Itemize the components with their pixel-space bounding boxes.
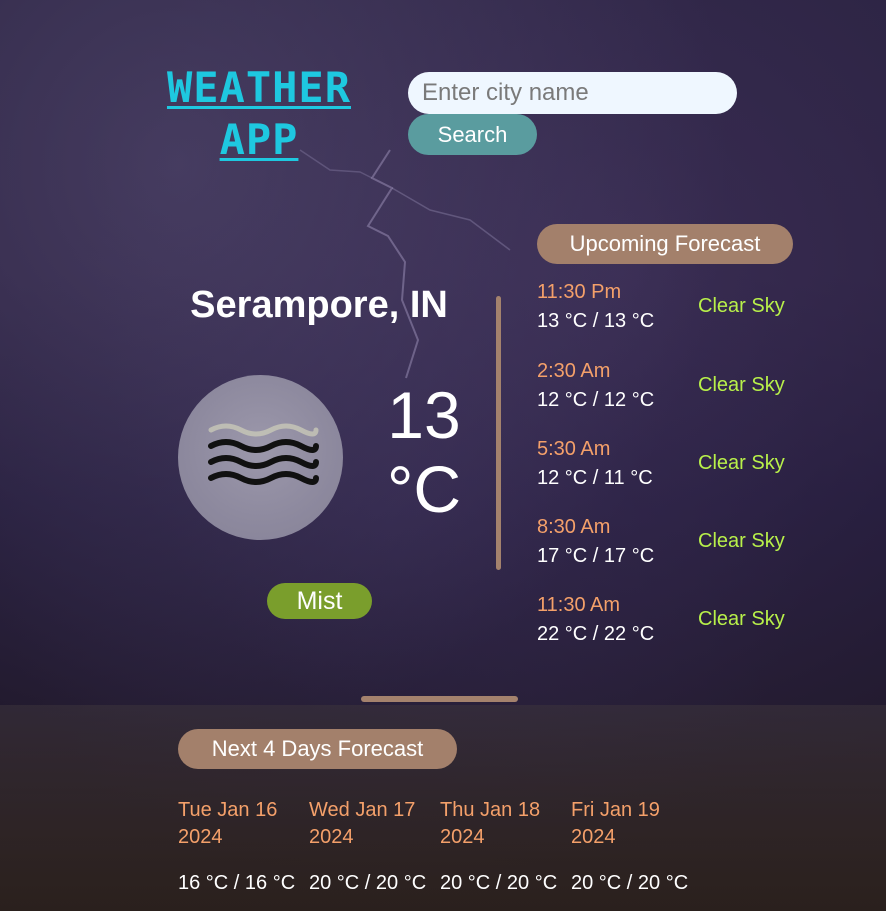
temperature-value: 13 — [387, 378, 461, 452]
day-temp: 20 °C / 20 °C — [571, 872, 689, 894]
days-forecast-title: Next 4 Days Forecast — [178, 729, 457, 769]
day-date: Tue Jan 16 2024 — [178, 797, 309, 851]
day-date: Fri Jan 19 2024 — [571, 797, 702, 851]
hourly-forecast-item: 8:30 Am 17 °C / 17 °C Clear Sky — [537, 516, 817, 576]
horizontal-divider — [361, 696, 518, 702]
hourly-time: 11:30 Pm — [537, 281, 622, 303]
search-button[interactable]: Search — [408, 114, 537, 155]
day-date: Thu Jan 18 2024 — [440, 797, 571, 851]
day-temp: 20 °C / 20 °C — [440, 872, 558, 894]
hourly-temp: 12 °C / 11 °C — [537, 467, 653, 489]
hourly-temp: 13 °C / 13 °C — [537, 310, 655, 332]
day-forecast-item: Fri Jan 19 2024 20 °C / 20 °C — [571, 797, 702, 894]
hourly-time: 11:30 Am — [537, 594, 621, 616]
hourly-forecast-item: 11:30 Am 22 °C / 22 °C Clear Sky — [537, 594, 817, 654]
day-year: 2024 — [309, 826, 354, 848]
vertical-divider — [496, 296, 501, 570]
hourly-description: Clear Sky — [698, 608, 785, 630]
day-date-label: Wed Jan 17 — [309, 799, 416, 821]
current-temperature: 13 °C — [372, 378, 476, 526]
logo-line-2: APP — [219, 115, 299, 164]
day-year: 2024 — [571, 826, 616, 848]
hourly-forecast-item: 5:30 Am 12 °C / 11 °C Clear Sky — [537, 438, 817, 498]
day-date-label: Tue Jan 16 — [178, 799, 278, 821]
hourly-description: Clear Sky — [698, 452, 785, 474]
hourly-temp: 22 °C / 22 °C — [537, 623, 655, 645]
hourly-time: 8:30 Am — [537, 516, 611, 538]
day-temp: 16 °C / 16 °C — [178, 872, 296, 894]
hourly-temp: 17 °C / 17 °C — [537, 545, 655, 567]
condition-badge: Mist — [267, 583, 372, 619]
hourly-forecast-item: 11:30 Pm 13 °C / 13 °C Clear Sky — [537, 281, 817, 341]
hourly-description: Clear Sky — [698, 530, 785, 552]
app-logo[interactable]: WEATHER APP — [122, 62, 396, 166]
city-search-input[interactable] — [408, 72, 737, 114]
weather-icon-container — [178, 375, 343, 540]
hourly-temp: 12 °C / 12 °C — [537, 389, 655, 411]
day-date-label: Thu Jan 18 — [440, 799, 541, 821]
day-forecast-item: Thu Jan 18 2024 20 °C / 20 °C — [440, 797, 571, 894]
upcoming-forecast-title: Upcoming Forecast — [537, 224, 793, 264]
temperature-unit: °C — [386, 452, 462, 526]
day-year: 2024 — [178, 826, 223, 848]
mist-icon — [207, 423, 319, 485]
day-year: 2024 — [440, 826, 485, 848]
day-temp: 20 °C / 20 °C — [309, 872, 427, 894]
day-date: Wed Jan 17 2024 — [309, 797, 440, 851]
day-forecast-item: Tue Jan 16 2024 16 °C / 16 °C — [178, 797, 309, 894]
hourly-description: Clear Sky — [698, 295, 785, 317]
logo-line-1: WEATHER — [166, 63, 351, 112]
hourly-description: Clear Sky — [698, 374, 785, 396]
day-forecast-item: Wed Jan 17 2024 20 °C / 20 °C — [309, 797, 440, 894]
hourly-forecast-item: 2:30 Am 12 °C / 12 °C Clear Sky — [537, 360, 817, 420]
day-date-label: Fri Jan 19 — [571, 799, 660, 821]
hourly-time: 2:30 Am — [537, 360, 611, 382]
city-name: Serampore, IN — [190, 284, 448, 326]
hourly-time: 5:30 Am — [537, 438, 611, 460]
